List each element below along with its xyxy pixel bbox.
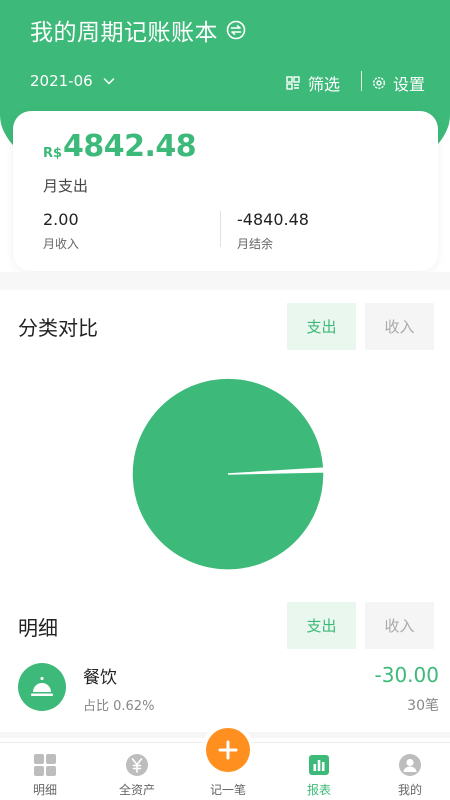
- settings-label: 设置: [393, 75, 426, 94]
- month-label: 2021-06: [30, 72, 93, 90]
- tab-label: 全资产: [118, 783, 155, 797]
- card-divider: [220, 211, 221, 247]
- details-income-tab[interactable]: 收入: [365, 602, 434, 649]
- book-title-row[interactable]: 我的周期记账账本: [30, 14, 246, 46]
- chevron-down-icon: [103, 78, 114, 85]
- filter-icon: [286, 76, 300, 90]
- settings-button[interactable]: 设置: [372, 71, 425, 95]
- gear-icon: [372, 76, 386, 90]
- tab-label: 报表: [306, 783, 331, 797]
- tab-reports[interactable]: 报表: [274, 743, 364, 800]
- book-title: 我的周期记账账本: [30, 20, 218, 46]
- filter-label: 筛选: [308, 75, 341, 94]
- tab-mine[interactable]: 我的: [365, 743, 450, 800]
- tab-all-assets[interactable]: 全资产: [92, 743, 182, 800]
- category-name: 餐饮: [83, 668, 117, 688]
- report-icon: [309, 755, 329, 775]
- category-pie-chart: [131, 377, 325, 571]
- compare-expense-tab[interactable]: 支出: [287, 303, 356, 350]
- summary-card: R$ 4842.48 月支出 2.00 月收入 -4840.48 月结余: [13, 111, 438, 271]
- header-divider: [361, 71, 362, 91]
- add-record-button[interactable]: [206, 728, 250, 772]
- person-icon: [399, 754, 421, 776]
- details-title: 明细: [18, 616, 58, 640]
- yuan-icon: [126, 754, 148, 776]
- dining-bell-icon: [18, 663, 66, 711]
- filter-button[interactable]: 筛选: [286, 71, 340, 95]
- grid-icon: [34, 754, 56, 776]
- plus-icon: [218, 740, 238, 760]
- category-share: 占比 0.62%: [83, 699, 155, 714]
- swap-icon[interactable]: [226, 20, 246, 40]
- monthly-income-label: 月收入: [43, 237, 80, 251]
- tab-label: 记一笔: [209, 783, 246, 797]
- tab-label: 明细: [32, 783, 57, 797]
- monthly-expense-amount: 4842.48: [63, 129, 197, 164]
- tab-details[interactable]: 明细: [0, 743, 90, 800]
- section-separator: [0, 272, 450, 290]
- monthly-balance-label: 月结余: [237, 237, 274, 251]
- details-expense-tab[interactable]: 支出: [287, 602, 356, 649]
- category-amount: -30.00: [374, 663, 439, 687]
- monthly-expense-label: 月支出: [43, 177, 89, 195]
- category-count: 30笔: [407, 698, 439, 714]
- month-selector[interactable]: 2021-06: [30, 72, 115, 90]
- compare-income-tab[interactable]: 收入: [365, 303, 434, 350]
- monthly-balance-value: -4840.48: [237, 210, 309, 229]
- tab-label: 我的: [397, 783, 422, 797]
- list-item[interactable]: 餐饮 占比 0.62% -30.00 30笔: [0, 655, 450, 727]
- currency-symbol: R$: [43, 146, 63, 161]
- compare-title: 分类对比: [18, 316, 98, 340]
- monthly-income-value: 2.00: [43, 210, 79, 229]
- pie-slice: [131, 377, 325, 571]
